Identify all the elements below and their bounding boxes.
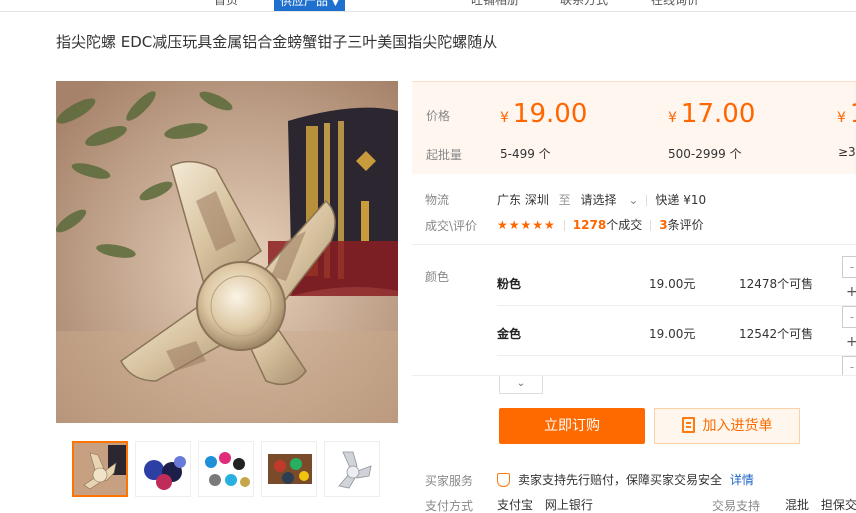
moq-label: 起批量 (426, 148, 463, 162)
logistics-row: 广东 深圳 至 请选择 ⌄ 快递 ¥10 (497, 191, 706, 208)
spinner-photo (56, 81, 398, 423)
guarantee-text: 卖家支持先行赔付，保障买家交易安全 (518, 473, 723, 487)
sku-name-pink: 粉色 (497, 277, 522, 291)
destination-select-label: 请选择 (580, 193, 617, 207)
thumbnail-3[interactable] (198, 441, 254, 497)
thumb-silver-spinner (325, 442, 379, 496)
top-nav: 首页 供应产品 ▼ 旺铺相册 联系方式 在线询价 (0, 0, 856, 12)
thumb-blue-spinners (136, 442, 190, 496)
quantity-minus-button[interactable]: - (842, 256, 856, 278)
thumb-gold-spinner (74, 443, 126, 495)
sku-divider (497, 355, 856, 356)
price-value: 17.00 (680, 99, 756, 129)
shipping-fee: 快递 ¥10 (655, 193, 707, 207)
sku-color-label: 颜色 (425, 270, 450, 284)
divider (563, 220, 565, 231)
trade-mixed-batch: 混批 (785, 498, 810, 512)
details-link[interactable]: 详情 (730, 473, 754, 487)
destination-select[interactable]: 请选择 ⌄ (581, 193, 639, 207)
product-page: 首页 供应产品 ▼ 旺铺相册 联系方式 在线询价 指尖陀螺 EDC减压玩具金属铝合… (0, 0, 856, 513)
trade-support-row: 混批 担保交易 (785, 496, 856, 513)
price-label: 价格 (426, 109, 451, 123)
price-value: 1 (850, 99, 856, 129)
payment-bank: 网上银行 (544, 498, 593, 512)
currency-symbol: ¥ (837, 110, 846, 126)
expand-sku-button[interactable]: ⌄ (499, 376, 543, 394)
currency-symbol: ¥ (668, 110, 677, 126)
trade-escrow: 担保交易 (820, 498, 856, 512)
nav-contact[interactable]: 联系方式 (560, 0, 608, 8)
thumbnail-1[interactable] (72, 441, 128, 497)
nav-inquiry[interactable]: 在线询价 (651, 0, 699, 8)
divider (650, 220, 652, 231)
range-tier-2: 500-2999 个 (668, 147, 742, 161)
review-count[interactable]: 3 (659, 218, 667, 232)
buyer-service-label: 买家服务 (425, 474, 474, 488)
nav-products[interactable]: 供应产品 ▼ (274, 0, 345, 11)
price-tier-2: ¥17.00 (668, 99, 755, 129)
guarantee-row: 卖家支持先行赔付，保障买家交易安全 详情 (497, 471, 754, 488)
nav-album[interactable]: 旺铺相册 (471, 0, 519, 8)
add-to-cart-label: 加入进货单 (702, 418, 773, 434)
nav-products-label: 供应产品 (280, 0, 329, 8)
thumb-spinner-box-set (262, 442, 316, 496)
section-divider (412, 375, 856, 376)
thumbnail-2[interactable] (135, 441, 191, 497)
sku-stock-pink: 12478个可售 (739, 277, 814, 291)
quantity-plus-button[interactable]: + (846, 284, 856, 300)
deals-row: ★★★★★ 1278个成交 3条评价 (497, 216, 704, 233)
price-tier-3: ¥1 (837, 99, 856, 129)
sku-stock-gold: 12542个可售 (739, 327, 814, 341)
price-value: 19.00 (512, 99, 588, 129)
rating-stars: ★★★★★ (497, 218, 556, 232)
chevron-down-icon: ⌄ (516, 378, 526, 389)
sku-name-gold: 金色 (497, 327, 522, 341)
to-word: 至 (558, 193, 571, 207)
payment-label: 支付方式 (425, 499, 474, 513)
section-divider (412, 244, 856, 245)
thumb-multicolor-spinners (199, 442, 253, 496)
range-tier-3: ≥30 (838, 145, 856, 159)
quantity-plus-button[interactable]: + (846, 334, 856, 350)
sku-price-pink: 19.00元 (649, 277, 696, 291)
trade-support-label: 交易支持 (712, 499, 761, 513)
payment-alipay: 支付宝 (497, 498, 534, 512)
thumbnail-4[interactable] (261, 441, 317, 497)
sku-price-gold: 19.00元 (649, 327, 696, 341)
range-tier-1: 5-499 个 (500, 147, 551, 161)
price-panel: 价格 ¥19.00 ¥17.00 ¥1 起批量 5-499 个 500-2999… (412, 81, 856, 174)
sku-divider (497, 305, 856, 306)
logistics-label: 物流 (425, 193, 450, 207)
shield-icon (497, 472, 510, 487)
currency-symbol: ¥ (500, 110, 509, 126)
ship-from: 广东 深圳 (497, 193, 549, 207)
chevron-down-icon: ▼ (332, 0, 339, 8)
review-suffix: 条评价 (667, 218, 704, 232)
buy-now-button[interactable]: 立即订购 (499, 408, 645, 444)
payment-row: 支付宝 网上银行 (497, 496, 593, 513)
divider (646, 195, 648, 206)
add-to-cart-button[interactable]: 加入进货单 (654, 408, 800, 444)
chevron-down-icon: ⌄ (628, 193, 639, 207)
deal-suffix: 个成交 (606, 218, 643, 232)
nav-home[interactable]: 首页 (214, 0, 238, 8)
quantity-minus-button[interactable]: - (842, 356, 856, 376)
thumbnail-5[interactable] (324, 441, 380, 497)
clipboard-icon (681, 417, 695, 433)
price-tier-1: ¥19.00 (500, 99, 587, 129)
deals-label: 成交\评价 (425, 219, 478, 233)
product-title: 指尖陀螺 EDC减压玩具金属铝合金螃蟹钳子三叶美国指尖陀螺随从 (56, 33, 498, 51)
deal-count[interactable]: 1278 (573, 218, 606, 232)
main-product-image[interactable] (56, 81, 398, 423)
quantity-minus-button[interactable]: - (842, 306, 856, 328)
